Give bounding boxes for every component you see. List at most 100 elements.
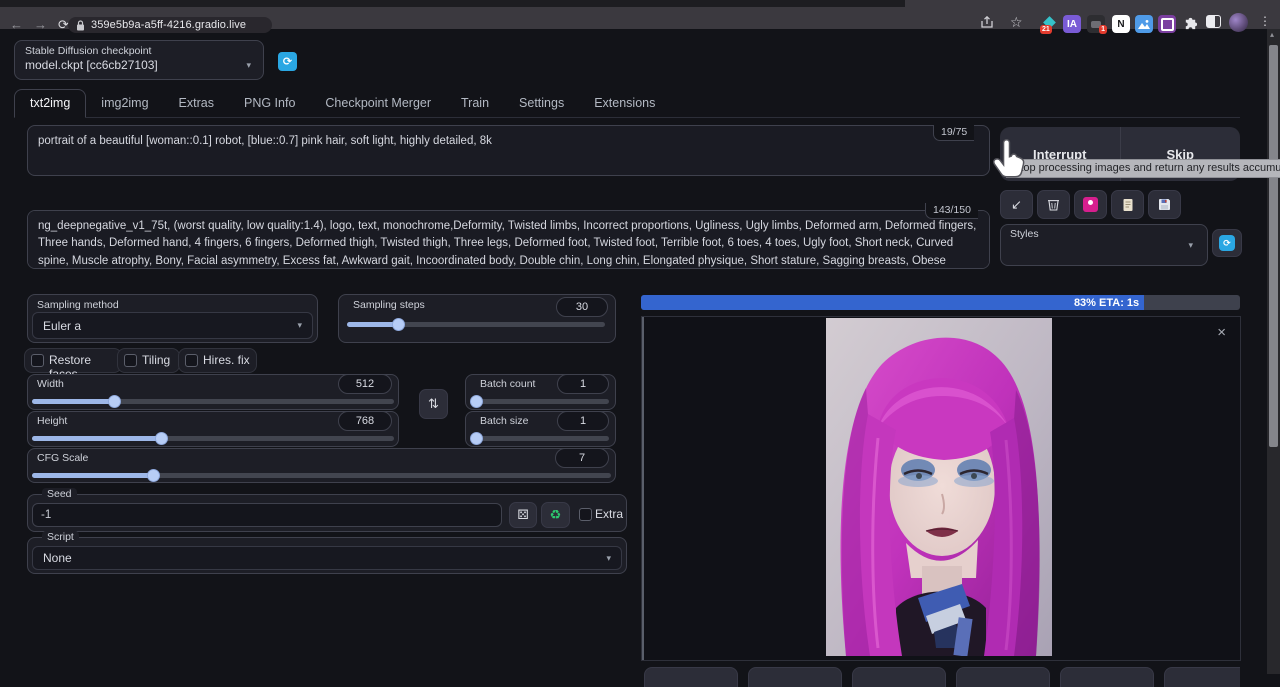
notion-label: N <box>1117 19 1124 30</box>
share-icon[interactable] <box>980 16 994 29</box>
sampling-method-select[interactable]: Euler a ▾ <box>32 312 313 339</box>
sampling-steps-slider[interactable] <box>347 322 605 327</box>
restore-faces-option[interactable]: Restore faces <box>24 348 122 373</box>
extension-office-icon[interactable] <box>1158 15 1176 33</box>
slider-handle[interactable] <box>147 469 160 482</box>
url-text: 359e5b9a-a5ff-4216.gradio.live <box>91 19 246 31</box>
browser-menu-icon[interactable]: ⋮ <box>1259 14 1271 28</box>
browser-toolbar: ← → ⟳ 359e5b9a-a5ff-4216.gradio.live ☆ 2… <box>0 7 1280 29</box>
styles-label: Styles <box>1010 228 1039 240</box>
batch-count-value[interactable]: 1 <box>557 374 609 394</box>
lock-icon <box>76 20 85 31</box>
extra-networks-button[interactable] <box>1074 190 1107 219</box>
batch-size-slider[interactable] <box>472 436 609 441</box>
sidebar-pane <box>1215 16 1220 27</box>
hires-fix-checkbox[interactable] <box>185 354 198 367</box>
tab-txt2img[interactable]: txt2img <box>14 89 86 118</box>
batch-size-value[interactable]: 1 <box>557 411 609 431</box>
height-value[interactable]: 768 <box>338 411 392 431</box>
width-value[interactable]: 512 <box>338 374 392 394</box>
hires-fix-option[interactable]: Hires. fix <box>178 348 257 373</box>
slider-handle[interactable] <box>470 395 483 408</box>
restore-faces-checkbox[interactable] <box>31 354 44 367</box>
extension-ia-icon[interactable]: IA <box>1063 15 1081 33</box>
swap-arrows-icon: ⇅ <box>428 396 439 412</box>
chevron-down-icon: ▾ <box>1188 240 1193 251</box>
extension-notion-icon[interactable]: N <box>1112 15 1130 33</box>
extension-camera-badge: 1 <box>1099 25 1107 34</box>
browser-back-button[interactable]: ← <box>10 16 23 34</box>
prompt-textarea[interactable]: portrait of a beautiful [woman::0.1] rob… <box>27 125 990 176</box>
swap-dimensions-button[interactable]: ⇅ <box>419 389 448 419</box>
sidebar-toggle-icon[interactable] <box>1206 15 1221 28</box>
tiling-option[interactable]: Tiling <box>117 348 180 373</box>
zip-button[interactable] <box>852 667 946 687</box>
height-slider[interactable] <box>32 436 394 441</box>
sampling-steps-label: Sampling steps <box>353 299 425 311</box>
save-button[interactable] <box>748 667 842 687</box>
script-label: Script <box>42 531 79 543</box>
chevron-down-icon: ▾ <box>246 60 251 71</box>
paste-parameters-button[interactable]: ↙ <box>1000 190 1033 219</box>
apply-styles-button[interactable] <box>1111 190 1144 219</box>
width-block: Width 512 <box>27 374 399 410</box>
random-seed-button[interactable]: ⚄ <box>509 502 537 528</box>
extension-image-icon[interactable] <box>1135 15 1153 33</box>
tab-train[interactable]: Train <box>446 90 504 117</box>
seed-extra-checkbox[interactable] <box>579 508 592 521</box>
close-preview-icon[interactable]: × <box>1217 324 1226 341</box>
mouse-hand-cursor <box>990 139 1026 179</box>
generated-image-preview[interactable] <box>826 318 1052 656</box>
send-to-inpaint-button[interactable] <box>1060 667 1154 687</box>
extensions-puzzle-icon[interactable] <box>1183 15 1198 30</box>
script-select[interactable]: None ▾ <box>32 546 622 570</box>
sampling-steps-value[interactable]: 30 <box>556 297 608 317</box>
slider-handle[interactable] <box>392 318 405 331</box>
checkpoint-dropdown[interactable]: Stable Diffusion checkpoint model.ckpt [… <box>14 40 264 80</box>
scrollbar-thumb[interactable] <box>1269 45 1278 447</box>
send-to-img2img-button[interactable] <box>956 667 1050 687</box>
tab-extras[interactable]: Extras <box>164 90 229 117</box>
progress-bar: 83% ETA: 1s <box>641 295 1240 310</box>
batch-count-slider[interactable] <box>472 399 609 404</box>
tab-settings[interactable]: Settings <box>504 90 579 117</box>
script-value: None <box>43 551 72 565</box>
slider-handle[interactable] <box>108 395 121 408</box>
trash-icon <box>1048 198 1059 211</box>
prompt-token-counter: 19/75 <box>933 125 974 141</box>
refresh-styles-button[interactable]: ⟳ <box>1212 229 1242 257</box>
tab-img2img[interactable]: img2img <box>86 90 163 117</box>
tab-png-info[interactable]: PNG Info <box>229 90 310 117</box>
styles-dropdown[interactable]: Styles ▾ <box>1000 224 1208 266</box>
extension-camera-icon[interactable]: 1 <box>1087 15 1105 33</box>
mountain-glyph <box>1138 19 1150 29</box>
tab-extensions[interactable]: Extensions <box>579 90 670 117</box>
extension-pin-icon[interactable]: 21 <box>1040 15 1058 33</box>
open-folder-button[interactable] <box>644 667 738 687</box>
browser-forward-button[interactable]: → <box>34 16 47 34</box>
cfg-scale-slider[interactable] <box>32 473 611 478</box>
browser-address-bar[interactable]: 359e5b9a-a5ff-4216.gradio.live <box>68 17 272 33</box>
width-slider[interactable] <box>32 399 394 404</box>
batch-size-block: Batch size 1 <box>465 411 616 447</box>
negative-prompt-textarea[interactable]: ng_deepnegative_v1_75t, (worst quality, … <box>27 210 990 269</box>
bookmark-star-icon[interactable]: ☆ <box>1010 14 1023 31</box>
clear-prompt-button[interactable] <box>1037 190 1070 219</box>
reuse-seed-button[interactable]: ♻ <box>541 502 570 528</box>
tab-checkpoint-merger[interactable]: Checkpoint Merger <box>310 90 446 117</box>
slider-handle[interactable] <box>470 432 483 445</box>
seed-input[interactable]: -1 <box>32 503 502 527</box>
refresh-checkpoint-button[interactable]: ⟳ <box>278 52 297 71</box>
send-to-extras-button[interactable] <box>1164 667 1240 687</box>
image-gallery: × <box>641 316 1241 661</box>
tiling-checkbox[interactable] <box>124 354 137 367</box>
save-style-button[interactable] <box>1148 190 1181 219</box>
cfg-scale-value[interactable]: 7 <box>555 448 609 468</box>
scrollbar-up-arrow[interactable]: ▴ <box>1270 30 1274 39</box>
height-block: Height 768 <box>27 411 399 447</box>
browser-profile-avatar[interactable] <box>1229 13 1248 32</box>
sampling-method-block: Sampling method Euler a ▾ <box>27 294 318 343</box>
browser-tab-strip-active <box>905 0 1280 7</box>
slider-handle[interactable] <box>155 432 168 445</box>
sampling-steps-block: Sampling steps 30 <box>338 294 616 343</box>
